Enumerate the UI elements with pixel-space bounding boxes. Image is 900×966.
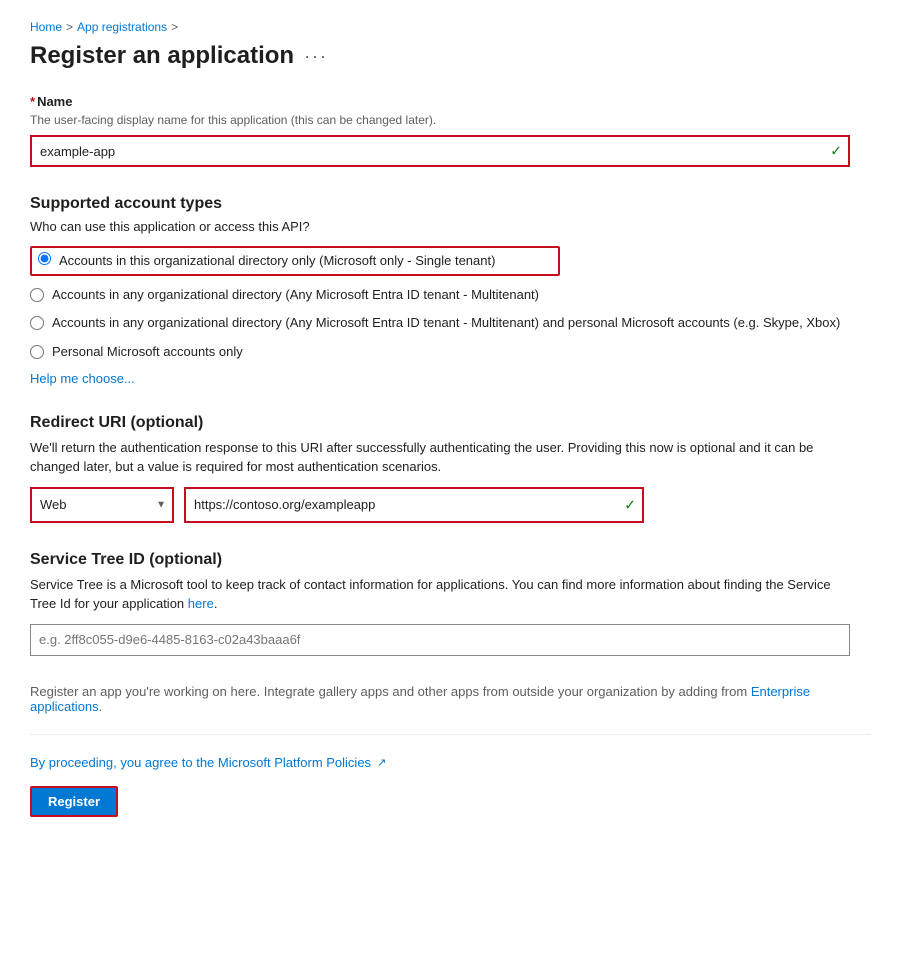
radio-personal-only[interactable] <box>30 345 44 359</box>
breadcrumb-sep1: > <box>66 20 73 34</box>
redirect-uri-section: Redirect URI (optional) We'll return the… <box>30 414 870 523</box>
service-tree-title: Service Tree ID (optional) <box>30 551 870 569</box>
breadcrumb-app-registrations[interactable]: App registrations <box>77 20 167 34</box>
policy-row: By proceeding, you agree to the Microsof… <box>30 755 870 770</box>
name-input-wrapper: ✓ <box>30 135 850 167</box>
redirect-url-input-wrapper: ✓ <box>184 487 644 523</box>
bottom-note: Register an app you're working on here. … <box>30 684 850 714</box>
redirect-url-input[interactable] <box>186 489 642 521</box>
supported-accounts-title: Supported account types <box>30 195 870 213</box>
redirect-type-select-wrapper: Web SPA Public client/native (mobile & d… <box>30 487 174 523</box>
account-type-radio-group: Accounts in this organizational director… <box>30 246 870 361</box>
required-star: * <box>30 94 35 109</box>
radio-item-personal-only[interactable]: Personal Microsoft accounts only <box>30 343 870 361</box>
page-title-row: Register an application ··· <box>30 42 870 70</box>
bottom-note-suffix: . <box>99 699 103 714</box>
register-button[interactable]: Register <box>30 786 118 817</box>
supported-accounts-section: Supported account types Who can use this… <box>30 195 870 386</box>
radio-item-multitenant-personal[interactable]: Accounts in any organizational directory… <box>30 314 870 332</box>
redirect-type-select[interactable]: Web SPA Public client/native (mobile & d… <box>32 489 172 521</box>
radio-item-multitenant[interactable]: Accounts in any organizational directory… <box>30 286 870 304</box>
divider <box>30 734 870 735</box>
redirect-uri-row: Web SPA Public client/native (mobile & d… <box>30 487 870 523</box>
radio-single-tenant[interactable] <box>38 252 51 265</box>
breadcrumb-sep2: > <box>171 20 178 34</box>
redirect-uri-title: Redirect URI (optional) <box>30 414 870 432</box>
service-tree-description: Service Tree is a Microsoft tool to keep… <box>30 575 850 614</box>
name-input[interactable] <box>30 135 850 167</box>
name-label: *Name <box>30 94 870 109</box>
radio-label-multitenant-personal: Accounts in any organizational directory… <box>52 314 840 332</box>
more-options-icon[interactable]: ··· <box>304 46 328 67</box>
policy-link[interactable]: By proceeding, you agree to the Microsof… <box>30 755 371 770</box>
bottom-note-text: Register an app you're working on here. … <box>30 684 747 699</box>
radio-multitenant-personal[interactable] <box>30 316 44 330</box>
page-title: Register an application <box>30 42 294 70</box>
radio-label-multitenant: Accounts in any organizational directory… <box>52 286 539 304</box>
service-tree-section: Service Tree ID (optional) Service Tree … <box>30 551 870 656</box>
help-me-choose-link[interactable]: Help me choose... <box>30 371 135 386</box>
breadcrumb: Home > App registrations > <box>30 20 870 34</box>
supported-accounts-subtitle: Who can use this application or access t… <box>30 219 870 234</box>
name-check-icon: ✓ <box>830 143 842 160</box>
radio-label-single-tenant: Accounts in this organizational director… <box>59 252 495 270</box>
service-tree-here-link[interactable]: here <box>188 596 214 611</box>
breadcrumb-home[interactable]: Home <box>30 20 62 34</box>
service-tree-desc-suffix: . <box>214 596 218 611</box>
name-section: *Name The user-facing display name for t… <box>30 94 870 167</box>
radio-label-personal-only: Personal Microsoft accounts only <box>52 343 243 361</box>
redirect-uri-description: We'll return the authentication response… <box>30 438 850 477</box>
url-check-icon: ✓ <box>624 496 636 513</box>
radio-item-single-tenant[interactable]: Accounts in this organizational director… <box>30 246 560 276</box>
service-tree-input[interactable] <box>30 624 850 656</box>
name-description: The user-facing display name for this ap… <box>30 113 870 127</box>
external-link-icon: ↗ <box>377 756 386 769</box>
service-tree-desc-text: Service Tree is a Microsoft tool to keep… <box>30 577 831 612</box>
radio-multitenant[interactable] <box>30 288 44 302</box>
